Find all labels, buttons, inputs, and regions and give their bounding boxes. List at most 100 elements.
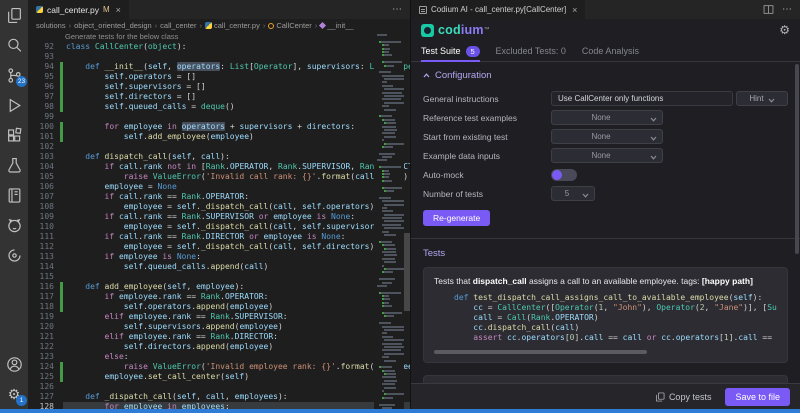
save-to-file-button[interactable]: Save to file: [725, 388, 790, 406]
code-line: 114 self.queued_calls.append(call): [28, 262, 410, 272]
line-number: 114: [28, 262, 54, 272]
extensions-icon[interactable]: [0, 120, 28, 150]
code-editor[interactable]: Generate tests for the below class92clas…: [28, 32, 410, 409]
minimap-line: [382, 200, 404, 202]
code-text: self.operators = []: [63, 72, 410, 82]
minimap-line: [382, 397, 393, 399]
configuration-rows: General instructionsUse CallCenter only …: [423, 89, 788, 203]
code-line: 121 elif employee.rank == Rank.DIRECTOR:: [28, 332, 410, 342]
minimap-line: [379, 197, 390, 199]
reference-test-examples-select[interactable]: None: [551, 110, 663, 125]
general-instructions-input[interactable]: Use CallCenter only functions: [551, 91, 733, 106]
test-code: def test_dispatch_call_assigns_call_to_a…: [454, 293, 777, 343]
code-line: 120 self.supervisors.append(employee): [28, 322, 410, 332]
code-line: 95 self.operators = []: [28, 72, 410, 82]
hint-button[interactable]: Hint: [736, 91, 788, 106]
gutter: [60, 382, 63, 392]
code-text: self.operators.append(employee): [63, 302, 410, 312]
code-line: 112 employee = self._dispatch_call(call,…: [28, 242, 410, 252]
tab-call-center-py[interactable]: call_center.py M ×: [28, 0, 129, 19]
git-modified-indicator: M: [103, 5, 110, 14]
code-text: raise ValueError('Invalid employee rank:…: [63, 362, 410, 372]
minimap-line: [384, 143, 404, 145]
test-description: Tests that dispatch_call assigns a call …: [434, 276, 777, 287]
python-icon: [205, 22, 212, 29]
minimap-line: [382, 48, 390, 50]
more-actions-icon[interactable]: ⋯: [392, 0, 410, 19]
line-number: 96: [28, 82, 54, 92]
select-value: None: [552, 132, 650, 141]
panel-footer: Copy tests Save to file: [411, 383, 800, 409]
breadcrumb-item-call-center[interactable]: call_center: [160, 21, 196, 30]
class-icon: [268, 23, 274, 29]
minimap-line: [384, 109, 395, 111]
close-icon[interactable]: ×: [572, 5, 577, 15]
minimap-line: [384, 78, 404, 80]
re-generate-button[interactable]: Re-generate: [423, 210, 490, 226]
more-actions-icon[interactable]: ⋯: [782, 4, 792, 15]
codium-logo-icon: [421, 24, 434, 37]
tab-code-analysis[interactable]: Code Analysis: [582, 41, 639, 61]
code-line: 93: [28, 52, 410, 62]
line-number: 92: [28, 42, 54, 52]
webview-icon: [419, 6, 427, 14]
notebook-icon[interactable]: [0, 180, 28, 210]
minimap-line: [379, 278, 395, 280]
toggle-knob: [552, 170, 562, 180]
panel-scrollbar[interactable]: [795, 64, 799, 254]
line-number: 119: [28, 312, 54, 322]
split-editor-icon[interactable]: [763, 4, 774, 15]
tab-codium-ai[interactable]: Codium AI - call_center.py[CallCenter] ×: [411, 0, 585, 19]
code-text: self.queued_calls = deque(): [63, 102, 410, 112]
minimap-line: [384, 227, 404, 229]
minimap-line: [379, 166, 401, 168]
auto-mock-toggle[interactable]: [551, 169, 577, 181]
minimap-line: [379, 292, 401, 294]
config-row-reference-test-examples: Reference test examplesNone: [423, 108, 788, 127]
breadcrumb-item-object-oriented-design[interactable]: object_oriented_design: [74, 21, 152, 30]
minimap-line: [382, 295, 389, 297]
status-bar: [0, 409, 800, 413]
breadcrumb-item-callcenter[interactable]: CallCenter: [268, 21, 311, 30]
tests-section: Tests Tests that dispatch_call assigns a…: [411, 239, 800, 383]
codium-icon[interactable]: [0, 240, 28, 270]
testing-icon[interactable]: [0, 150, 28, 180]
code-text: def add_employee(self, employee):: [63, 282, 410, 292]
breadcrumb: solutions›object_oriented_design›call_ce…: [28, 19, 410, 32]
configuration-header[interactable]: Configuration: [423, 70, 788, 81]
panel-header: codium ™ ⚙: [411, 19, 800, 41]
code-line: 116 def add_employee(self, employee):: [28, 282, 410, 292]
source-control-icon[interactable]: 23: [0, 60, 28, 90]
search-icon[interactable]: [0, 30, 28, 60]
code-text: self.directors.append(employee): [63, 342, 410, 352]
code-text: if call.rank == Rank.SUPERVISOR or emplo…: [63, 212, 410, 222]
gear-icon[interactable]: ⚙: [779, 23, 790, 37]
breadcrumb-item-init[interactable]: __init__: [320, 21, 353, 30]
minimap-line: [384, 360, 395, 362]
line-number: 116: [28, 282, 54, 292]
minimap[interactable]: [374, 32, 404, 409]
code-text: if call.rank == Rank.OPERATOR:: [63, 192, 410, 202]
minimap-line: [382, 231, 390, 233]
breadcrumb-item-solutions[interactable]: solutions: [36, 21, 66, 30]
settings-icon[interactable]: ⚙1: [0, 379, 28, 409]
horizontal-scrollbar[interactable]: [434, 350, 647, 354]
number-of-tests-select[interactable]: 5: [551, 186, 595, 201]
config-row-number-of-tests: Number of tests5: [423, 184, 788, 203]
copy-tests-button[interactable]: Copy tests: [655, 392, 712, 402]
minimap-line: [379, 71, 390, 73]
breadcrumb-item-call-center-py[interactable]: call_center.py: [205, 21, 260, 30]
close-icon[interactable]: ×: [116, 5, 121, 15]
codelens-generate-tests[interactable]: Generate tests for the below class: [65, 32, 178, 42]
minimap-line: [382, 132, 396, 134]
github-icon[interactable]: [0, 210, 28, 240]
breadcrumb-label: call_center.py: [214, 21, 260, 30]
run-debug-icon[interactable]: [0, 90, 28, 120]
example-data-inputs-select[interactable]: None: [551, 148, 663, 163]
account-icon[interactable]: [0, 349, 28, 379]
start-from-existing-test-select[interactable]: None: [551, 129, 663, 144]
explorer-icon[interactable]: [0, 0, 28, 30]
tab-excluded-tests-0[interactable]: Excluded Tests: 0: [496, 41, 566, 61]
codelens: Generate tests for the below class: [28, 32, 410, 42]
tab-test-suite[interactable]: Test Suite5: [421, 41, 480, 61]
